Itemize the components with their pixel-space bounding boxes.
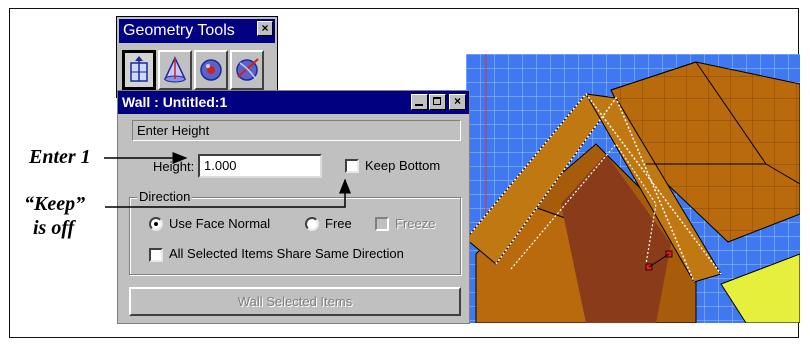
all-selected-checkbox[interactable] [149,248,163,262]
prompt-text: Enter Height [132,120,461,141]
maximize-button[interactable] [429,94,446,110]
toolbar-title: Geometry Tools [119,19,275,43]
freeze-label: Freeze [395,216,436,231]
sphere-tool-icon [200,59,222,81]
free-radio[interactable] [305,217,319,231]
callout-keep-line1: “Keep” [24,193,86,215]
wall-selected-items-button[interactable]: Wall Selected Items [129,287,461,316]
minimize-button[interactable] [411,94,428,110]
geometry-tools-toolbar: Geometry Tools × [116,16,278,98]
freeze-checkbox[interactable] [375,217,389,231]
rotate-sphere-tool-button[interactable] [230,50,264,90]
callout-enter: Enter 1 [29,146,91,168]
use-face-normal-label: Use Face Normal [169,216,271,231]
wall-tool-icon [130,56,148,82]
sphere-tool-button[interactable] [194,50,228,90]
rotate-sphere-icon [236,58,259,81]
keep-bottom-checkbox[interactable] [345,159,359,173]
callout-keep-line2: is off [33,217,75,239]
use-face-normal-radio[interactable] [149,217,163,231]
wall-dialog: Wall : Untitled:1 × Enter Height Height:… [117,90,470,324]
direction-group [129,197,461,275]
close-button[interactable]: × [449,94,466,110]
height-input[interactable]: 1.000 [198,154,322,178]
free-label: Free [325,216,352,231]
cone-tool-button[interactable] [158,50,192,90]
all-selected-label: All Selected Items Share Same Direction [169,246,404,261]
toolbar-close-button[interactable]: × [257,21,273,36]
viewport-scene [466,54,800,323]
cone-tool-icon [163,56,187,83]
keep-bottom-label: Keep Bottom [365,158,441,173]
wall-tool-button[interactable] [122,50,156,90]
viewport-3d[interactable] [466,54,800,323]
height-label: Height: [153,159,195,174]
direction-group-label: Direction [137,189,193,204]
